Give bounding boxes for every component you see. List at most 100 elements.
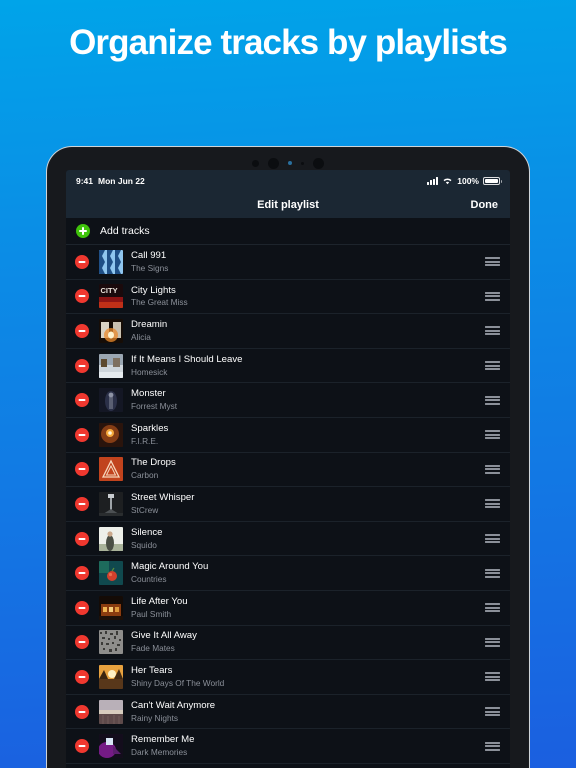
remove-track-button[interactable] [75,600,89,615]
status-bar: 9:41 Mon Jun 22 100% [66,170,510,192]
track-title: Can't Wait Anymore [131,699,216,711]
add-tracks-label: Add tracks [100,225,150,237]
track-title: The Drops [131,457,176,469]
svg-text:CITY: CITY [101,286,118,295]
album-art-white-portrait [99,526,123,551]
track-row[interactable]: Give It All Away Fade Mates [66,626,510,661]
remove-track-button[interactable] [75,531,89,546]
track-row[interactable]: Magic Around You Countries [66,556,510,591]
track-meta: Monster Forrest Myst [131,388,477,412]
album-art-sunset-forest [99,664,123,689]
track-list[interactable]: Call 991 The Signs CITY City Lights The Grea… [66,245,510,768]
album-art-orange-flare [99,422,123,447]
remove-track-button[interactable] [75,289,89,304]
track-meta: Street Whisper StCrew [131,492,477,516]
remove-track-button[interactable] [75,393,89,408]
status-time: 9:41 [76,176,94,186]
drag-handle-icon[interactable] [485,257,500,267]
remove-track-button[interactable] [75,254,89,269]
add-tracks-row[interactable]: Add tracks [66,218,510,245]
album-art-purple-magenta [99,734,123,759]
remove-track-button[interactable] [75,358,89,373]
sensor-array [48,156,528,170]
remove-track-button[interactable] [75,739,89,754]
page-headline: Organize tracks by playlists [69,23,508,62]
track-row[interactable]: Sparkles F.I.R.E. [66,418,510,453]
track-title: Remember Me [131,734,195,746]
track-meta: Magic Around You Countries [131,561,477,585]
track-artist: Homesick [131,366,168,377]
track-row[interactable]: Remember Me Dark Memories [66,729,510,764]
track-row[interactable]: The Drops Carbon [66,453,510,488]
device-screen: 9:41 Mon Jun 22 100% Edit playlist Done … [66,170,510,768]
album-art-red-city-poster: CITY [99,284,123,309]
album-art-grayscale-street [99,491,123,516]
battery-icon [483,176,502,186]
wifi-icon [442,177,453,186]
done-button[interactable]: Done [471,199,499,211]
drag-handle-icon[interactable] [485,603,500,613]
tablet-device-frame: 9:41 Mon Jun 22 100% Edit playlist Done … [46,146,530,768]
track-title: Her Tears [131,665,173,677]
navigation-bar: Edit playlist Done [66,192,510,218]
track-artist: Squido [131,539,157,550]
drag-handle-icon[interactable] [485,499,500,509]
status-bar-left: 9:41 Mon Jun 22 [76,176,145,186]
drag-handle-icon[interactable] [485,430,500,440]
remove-track-button[interactable] [75,496,89,511]
page-title: Edit playlist [257,199,319,211]
indicator-light-icon [288,161,292,165]
sensor-dot-icon [252,159,259,167]
album-art-dark-figure [99,388,123,413]
track-artist: F.I.R.E. [131,435,159,446]
track-row[interactable]: Monster Forrest Myst [66,383,510,418]
remove-track-button[interactable] [75,635,89,650]
track-artist: Countries [131,574,167,585]
drag-handle-icon[interactable] [485,534,500,544]
track-title: Silence [131,526,163,538]
album-art-gray-noise [99,630,123,655]
remove-track-button[interactable] [75,427,89,442]
drag-handle-icon[interactable] [485,395,500,405]
track-row[interactable]: If It Means I Should Leave Homesick [66,349,510,384]
album-art-blue-diamonds [99,249,123,274]
drag-handle-icon[interactable] [485,637,500,647]
track-meta: If It Means I Should Leave Homesick [131,354,477,378]
remove-track-button[interactable] [75,566,89,581]
track-artist: Alicia [131,332,151,343]
drag-handle-icon[interactable] [485,568,500,578]
track-row[interactable]: Life After You Paul Smith [66,591,510,626]
track-row[interactable]: Silence Squido [66,522,510,557]
track-row[interactable]: Street Whisper StCrew [66,487,510,522]
drag-handle-icon[interactable] [485,464,500,474]
track-artist: Fade Mates [131,643,175,654]
track-meta: Sparkles F.I.R.E. [131,423,477,447]
remove-track-button[interactable] [75,669,89,684]
track-artist: Forrest Myst [131,401,178,412]
status-date: Mon Jun 22 [98,176,145,186]
track-artist: Rainy Nights [131,712,179,723]
drag-handle-icon[interactable] [485,672,500,682]
track-meta: Remember Me Dark Memories [131,734,477,758]
track-title: Sparkles [131,422,169,434]
track-row[interactable]: Dreamin Alicia [66,314,510,349]
track-row[interactable]: Call 991 The Signs [66,245,510,280]
track-row[interactable]: CITY City Lights The Great Miss [66,280,510,315]
track-row[interactable]: Can't Wait Anymore Rainy Nights [66,695,510,730]
drag-handle-icon[interactable] [485,741,500,751]
track-meta: Silence Squido [131,527,477,551]
drag-handle-icon[interactable] [485,326,500,336]
track-meta: The Drops Carbon [131,457,477,481]
remove-track-button[interactable] [75,704,89,719]
track-artist: The Signs [131,262,169,273]
track-meta: Life After You Paul Smith [131,596,477,620]
track-row[interactable]: Her Tears Shiny Days Of The World [66,660,510,695]
drag-handle-icon[interactable] [485,707,500,717]
remove-track-button[interactable] [75,462,89,477]
remove-track-button[interactable] [75,323,89,338]
track-artist: Shiny Days Of The World [131,678,225,689]
cellular-signal-icon [427,177,439,185]
drag-handle-icon[interactable] [485,291,500,301]
track-title: Monster [131,388,166,400]
drag-handle-icon[interactable] [485,361,500,371]
